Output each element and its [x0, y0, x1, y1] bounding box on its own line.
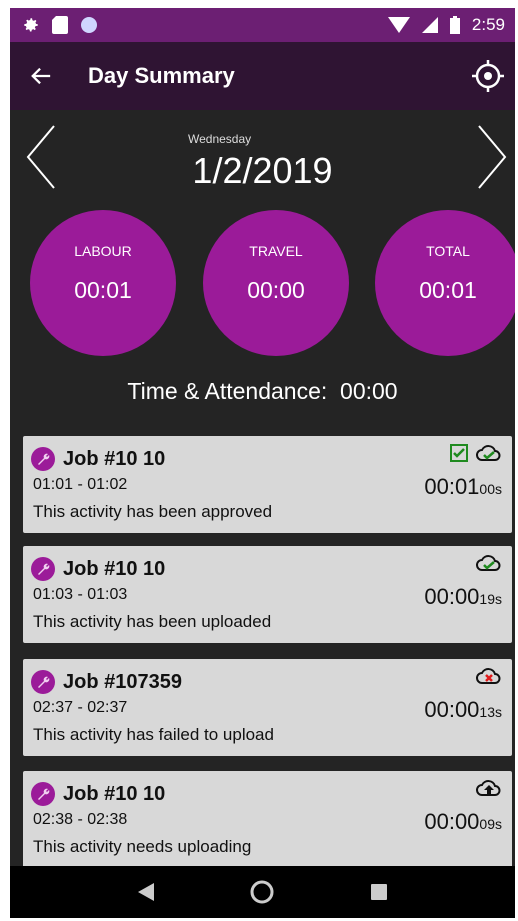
activity-header: Job #10 10 — [31, 447, 165, 471]
status-time: 2:59 — [471, 15, 505, 34]
duration-value: 00:01 — [424, 474, 480, 499]
app-bar: Day Summary — [10, 42, 515, 110]
wrench-icon — [31, 670, 55, 694]
duration-seconds: 09s — [479, 816, 502, 832]
summary-value: 00:01 — [74, 277, 132, 303]
activity-card[interactable]: Job #10 10 01:03 - 01:03 00:0019s This a… — [23, 546, 512, 643]
circle-icon — [81, 17, 97, 33]
wifi-icon — [387, 17, 410, 33]
activity-duration: 00:0100s — [424, 474, 502, 500]
activity-times: 02:37 - 02:37 — [33, 699, 128, 716]
summary-label: TOTAL — [426, 243, 470, 259]
checkbox-checked-icon — [450, 444, 468, 462]
duration-value: 00:00 — [424, 584, 480, 609]
activity-title: Job #107359 — [63, 670, 182, 693]
time-attendance-label: Time & Attendance: — [127, 378, 328, 404]
summary-value: 00:01 — [419, 277, 477, 303]
time-attendance-value: 00:00 — [340, 378, 398, 404]
back-arrow-icon[interactable] — [30, 65, 52, 87]
duration-value: 00:00 — [424, 809, 480, 834]
sd-card-icon — [52, 16, 68, 34]
activity-card[interactable]: Job #10 10 01:01 - 01:02 00:0100s This a… — [23, 436, 512, 533]
activity-message: This activity has been approved — [33, 502, 273, 521]
summary-label: TRAVEL — [249, 243, 303, 259]
activity-duration: 00:0019s — [424, 584, 502, 610]
activity-card[interactable]: Job #10 10 02:38 - 02:38 00:0009s This a… — [23, 771, 512, 868]
cloud-error-icon — [476, 668, 501, 684]
duration-value: 00:00 — [424, 697, 480, 722]
cloud-upload-icon — [476, 780, 501, 796]
wrench-icon — [31, 447, 55, 471]
activity-duration: 00:0013s — [424, 697, 502, 723]
activity-times: 01:03 - 01:03 — [33, 586, 128, 603]
activity-header: Job #10 10 — [31, 557, 165, 581]
activity-header: Job #107359 — [31, 670, 182, 694]
activity-duration: 00:0009s — [424, 809, 502, 835]
activity-times: 01:01 - 01:02 — [33, 476, 128, 493]
cloud-check-icon — [476, 445, 501, 461]
travel-summary: TRAVEL 00:00 — [203, 210, 349, 356]
wrench-icon — [31, 782, 55, 806]
weekday-label: Wednesday — [188, 132, 252, 146]
activity-title: Job #10 10 — [63, 447, 166, 470]
phone-screen: 2:59 Day Summary Wednesday 1/2/2019 LABO… — [10, 8, 515, 918]
activity-message: This activity has failed to upload — [33, 725, 274, 744]
nav-recents-icon[interactable] — [370, 884, 387, 900]
main-content: Wednesday 1/2/2019 LABOUR 00:01 TRAVEL 0… — [10, 110, 515, 868]
status-bar: 2:59 — [10, 8, 515, 42]
summary-value: 00:00 — [247, 277, 305, 303]
labour-summary: LABOUR 00:01 — [30, 210, 176, 356]
activity-card[interactable]: Job #107359 02:37 - 02:37 00:0013s This … — [23, 659, 512, 756]
total-summary: TOTAL 00:01 — [375, 210, 515, 356]
summary-label: LABOUR — [74, 243, 132, 259]
system-nav-bar — [10, 866, 515, 918]
signal-icon — [421, 17, 438, 33]
locate-icon[interactable] — [471, 59, 505, 93]
duration-seconds: 13s — [479, 704, 502, 720]
nav-home-icon[interactable] — [250, 880, 274, 904]
activity-title: Job #10 10 — [63, 782, 166, 805]
duration-seconds: 00s — [479, 481, 502, 497]
date-label: 1/2/2019 — [192, 150, 333, 191]
activity-message: This activity needs uploading — [33, 837, 252, 856]
activity-message: This activity has been uploaded — [33, 612, 272, 631]
activity-title: Job #10 10 — [63, 557, 166, 580]
activity-header: Job #10 10 — [31, 782, 165, 806]
duration-seconds: 19s — [479, 591, 502, 607]
page-title: Day Summary — [88, 63, 235, 88]
nav-back-icon[interactable] — [138, 883, 155, 901]
activity-times: 02:38 - 02:38 — [33, 811, 128, 828]
battery-icon — [449, 16, 460, 34]
cloud-check-icon — [476, 555, 501, 571]
wrench-icon — [31, 557, 55, 581]
settings-icon — [24, 18, 38, 32]
time-attendance: Time & Attendance: 00:00 — [10, 378, 515, 405]
